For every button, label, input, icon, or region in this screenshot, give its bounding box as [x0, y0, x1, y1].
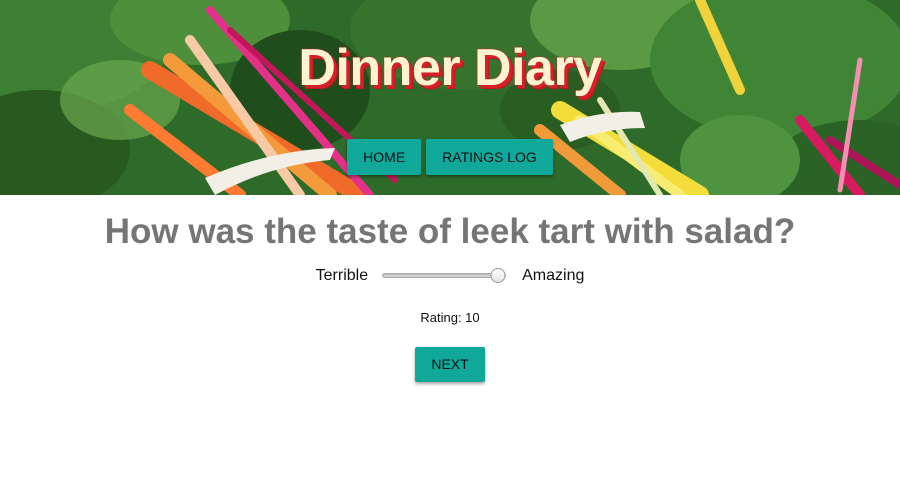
main-nav: HOME RATINGS LOG: [0, 139, 900, 175]
slider-min-label: Terrible: [315, 267, 369, 284]
hero-banner: Dinner Diary HOME RATINGS LOG: [0, 0, 900, 195]
nav-ratings-log-button[interactable]: RATINGS LOG: [426, 139, 553, 175]
rating-value-text: Rating: 10: [420, 310, 480, 325]
question-attribute: taste: [326, 212, 409, 251]
question-prefix: How was the: [104, 212, 327, 251]
next-button[interactable]: NEXT: [415, 347, 485, 382]
nav-home-button[interactable]: HOME: [347, 139, 422, 175]
next-button-container: NEXT: [0, 347, 900, 382]
rating-question: How was the taste of leek tart with sala…: [0, 212, 900, 252]
rating-slider-row: Terrible Amazing: [0, 266, 900, 286]
slider-max-label: Amazing: [522, 267, 585, 284]
rating-slider[interactable]: [382, 266, 507, 286]
slider-thumb[interactable]: [490, 268, 506, 283]
slider-track[interactable]: [382, 273, 507, 278]
question-suffix: of leek tart with salad?: [408, 212, 796, 251]
app-title: Dinner Diary: [298, 39, 602, 97]
